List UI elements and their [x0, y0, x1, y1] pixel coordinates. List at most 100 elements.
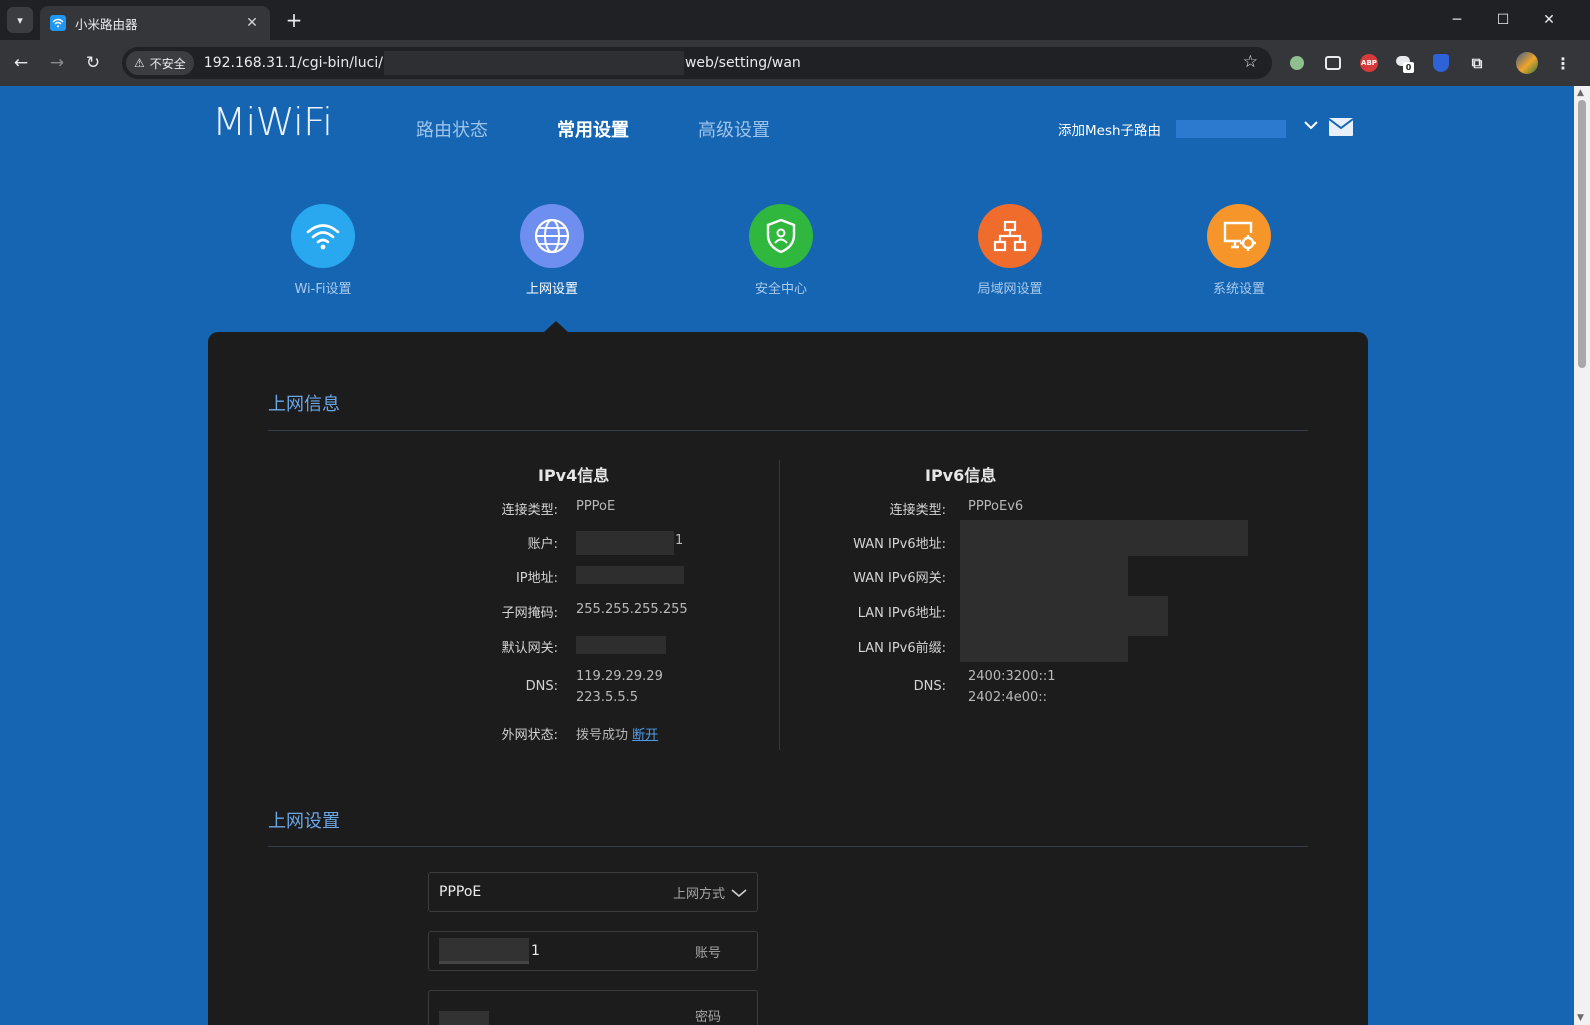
url-suffix: web/setting/wan — [684, 55, 801, 71]
password-input[interactable]: 密码 — [428, 990, 758, 1025]
network-icon — [978, 204, 1042, 268]
bookmark-star-icon[interactable]: ☆ — [1243, 52, 1258, 72]
category-label: 安全中心 — [754, 282, 807, 297]
section-divider — [268, 846, 1308, 847]
ipv4-status: 拨号成功 断开 — [576, 724, 658, 743]
column-divider — [779, 460, 780, 750]
scroll-down-icon[interactable]: ▼ — [1577, 1013, 1584, 1023]
wifi-icon — [291, 204, 355, 268]
adblock-extension-icon[interactable]: ABP — [1358, 52, 1380, 74]
back-icon[interactable]: ← — [8, 50, 34, 76]
nav-common-settings[interactable]: 常用设置 — [557, 116, 629, 142]
reload-icon[interactable]: ↻ — [80, 50, 106, 76]
forward-icon[interactable]: → — [44, 50, 70, 76]
nav-advanced-settings[interactable]: 高级设置 — [698, 116, 770, 142]
ipv6-lan-prefix-label: LAN IPv6前缀: — [857, 641, 946, 656]
tab-search-button[interactable]: ▾ — [7, 7, 33, 33]
ipv6-lan-prefix-redacted-block — [960, 636, 1128, 662]
account-redacted-block — [576, 531, 674, 555]
maximize-icon[interactable]: ☐ — [1490, 8, 1516, 32]
chevron-down-icon — [731, 883, 747, 902]
category-system-settings[interactable]: 系统设置 — [1179, 204, 1299, 297]
page-scrollbar[interactable]: ▲ ▼ — [1574, 86, 1590, 1025]
category-label: 上网设置 — [525, 282, 578, 297]
settings-panel: 上网信息 IPv4信息 连接类型: PPPoE 账户: 1 IP地址: 子网掩码… — [208, 332, 1368, 1025]
router-name-redacted-block — [1176, 120, 1286, 138]
wan-info-title: 上网信息 — [268, 394, 340, 415]
tab-title: 小米路由器 — [75, 16, 138, 32]
address-bar[interactable]: ⚠ 不安全 192.168.31.1/cgi-bin/luci/ web/set… — [122, 47, 1272, 79]
ipv4-dns-1: 119.29.29.29 — [576, 669, 663, 684]
shield-icon — [749, 204, 813, 268]
mail-icon[interactable] — [1328, 118, 1354, 136]
new-tab-button[interactable]: + — [282, 8, 306, 32]
security-indicator[interactable]: ⚠ 不安全 — [126, 51, 194, 75]
scroll-up-icon[interactable]: ▲ — [1577, 88, 1584, 98]
account-hint: 账号 — [694, 945, 721, 961]
ipv6-conn-type-label: 连接类型: — [889, 503, 946, 518]
account-input[interactable]: 1 账号 — [428, 931, 758, 971]
url-text[interactable]: 192.168.31.1/cgi-bin/luci/ web/setting/w… — [204, 51, 801, 75]
url-redacted-block — [383, 51, 684, 75]
ipv4-title: IPv4信息 — [538, 466, 610, 485]
ipv4-gateway-label: 默认网关: — [501, 641, 558, 656]
ipv4-mask: 255.255.255.255 — [576, 602, 688, 617]
ipv6-lan-addr-redacted-block — [960, 596, 1168, 636]
profile-avatar[interactable] — [1516, 52, 1538, 74]
cloud-extension-icon[interactable]: 0 — [1394, 52, 1416, 74]
add-mesh-label[interactable]: 添加Mesh子路由 — [1058, 119, 1161, 139]
ipv6-dns-label: DNS: — [913, 679, 946, 694]
extensions-puzzle-icon[interactable]: ⧉ — [1466, 52, 1488, 74]
category-security-center[interactable]: 安全中心 — [721, 204, 841, 297]
category-lan-settings[interactable]: 局域网设置 — [950, 204, 1070, 297]
ipv4-ip-label: IP地址: — [515, 571, 558, 586]
disconnect-link[interactable]: 断开 — [632, 728, 658, 743]
active-category-pointer — [544, 321, 568, 332]
wan-mode-value: PPPoE — [439, 884, 482, 900]
ip-redacted-block — [576, 566, 684, 584]
ipv6-wan-gw-redacted-block — [960, 556, 1128, 596]
miwifi-logo[interactable]: MiWiFi — [212, 100, 333, 144]
close-window-icon[interactable]: ✕ — [1536, 8, 1562, 32]
ipv6-wan-addr-redacted-block — [960, 520, 1248, 556]
wan-mode-select[interactable]: PPPoE 上网方式 — [428, 872, 758, 912]
ipv4-account-suffix: 1 — [675, 533, 684, 548]
ipv6-dns-1: 2400:3200::1 — [968, 669, 1056, 684]
chevron-down-icon[interactable] — [1304, 118, 1318, 134]
ipv6-lan-addr-label: LAN IPv6地址: — [857, 606, 946, 621]
shield-extension-icon[interactable] — [1430, 52, 1452, 74]
ipv4-mask-label: 子网掩码: — [501, 606, 558, 621]
ipv6-wan-gw-label: WAN IPv6网关: — [853, 571, 946, 586]
wan-settings-title: 上网设置 — [268, 811, 340, 832]
category-label: 系统设置 — [1212, 282, 1265, 297]
globe-icon — [520, 204, 584, 268]
warning-icon: ⚠ — [134, 56, 145, 70]
category-internet-settings[interactable]: 上网设置 — [492, 204, 612, 297]
security-label: 不安全 — [149, 56, 186, 71]
close-tab-icon[interactable]: ✕ — [244, 15, 260, 31]
browser-menu-icon[interactable]: ⋮ — [1552, 52, 1574, 74]
dial-status-text: 拨号成功 — [576, 728, 629, 743]
browser-tab[interactable]: 小米路由器 ✕ — [40, 6, 270, 40]
category-label: 局域网设置 — [977, 282, 1043, 297]
ipv4-conn-type-label: 连接类型: — [501, 503, 558, 518]
category-label: Wi-Fi设置 — [294, 282, 352, 297]
minimize-icon[interactable]: ─ — [1444, 8, 1470, 32]
chevron-down-icon: ▾ — [17, 13, 23, 27]
category-wifi-settings[interactable]: Wi-Fi设置 — [263, 204, 383, 297]
ipv6-conn-type: PPPoEv6 — [968, 499, 1024, 514]
browser-tab-bar: ▾ 小米路由器 ✕ + ─ ☐ ✕ — [0, 0, 1590, 40]
settings-monitor-icon — [1207, 204, 1271, 268]
url-prefix: 192.168.31.1/cgi-bin/luci/ — [203, 55, 383, 71]
router-admin-page: MiWiFi 路由状态 常用设置 高级设置 添加Mesh子路由 Wi-Fi设置 … — [0, 86, 1574, 1025]
account-input-suffix: 1 — [531, 943, 540, 959]
wifi-favicon-icon — [50, 15, 66, 31]
extension-green-dot-icon[interactable] — [1286, 52, 1308, 74]
ipv4-conn-type: PPPoE — [576, 499, 616, 514]
scrollbar-thumb[interactable] — [1578, 100, 1586, 368]
password-input-redacted-block — [439, 1011, 489, 1025]
ipv4-status-label: 外网状态: — [501, 728, 558, 743]
extension-glasses-icon[interactable] — [1322, 52, 1344, 74]
nav-router-status[interactable]: 路由状态 — [416, 116, 488, 142]
ipv6-wan-addr-label: WAN IPv6地址: — [853, 537, 946, 552]
